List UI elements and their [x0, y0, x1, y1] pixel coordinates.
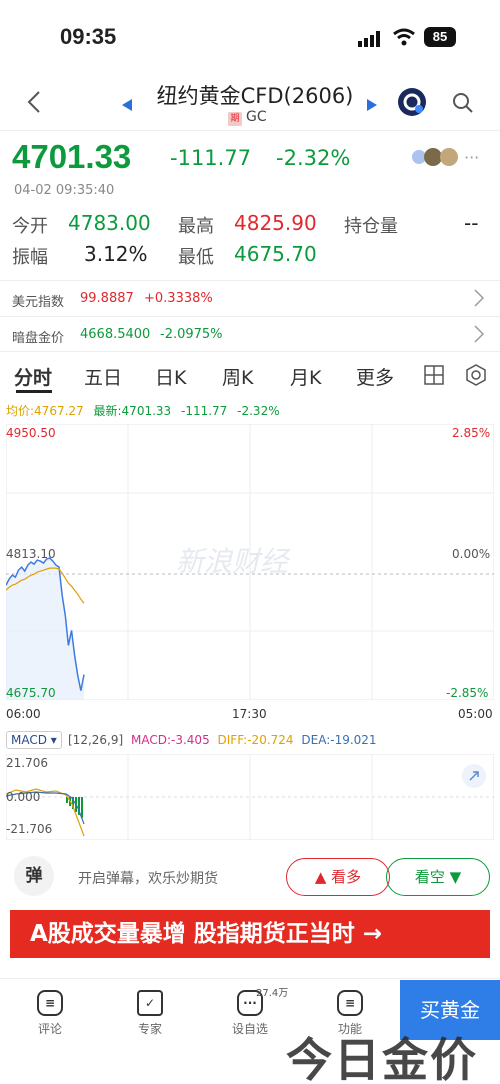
function-icon: ≡ — [337, 990, 363, 1016]
chevron-right-icon — [474, 325, 485, 347]
tab-intraday[interactable]: 分时 — [14, 363, 52, 390]
prev-contract-icon[interactable] — [122, 96, 132, 115]
pct-bottom-label: -2.85% — [446, 686, 489, 700]
related-change: +0.3338% — [144, 291, 213, 306]
indicator-select[interactable]: MACD ▾ — [6, 731, 62, 749]
pct-top-label: 2.85% — [452, 426, 491, 440]
wifi-icon — [392, 28, 416, 50]
next-contract-icon[interactable] — [367, 96, 377, 115]
macd-value: MACD:-3.405 — [131, 733, 210, 747]
signal-icon — [358, 31, 384, 47]
macd-chart[interactable] — [6, 754, 494, 840]
related-change: -2.0975% — [160, 327, 223, 342]
amp-label: 振幅 — [12, 247, 48, 268]
macd-bar — [81, 797, 83, 818]
symbol-code: GC — [246, 109, 267, 125]
related-label: 暗盘金价 — [12, 331, 65, 346]
price-change-pct: -2.32% — [276, 146, 351, 170]
bear-button[interactable]: 看空 ▼ — [386, 858, 490, 896]
diff-value: DIFF:-20.724 — [217, 733, 294, 747]
low-label: 最低 — [178, 247, 214, 268]
x-label-start: 06:00 — [6, 707, 41, 721]
related-value: 4668.5400 — [80, 327, 151, 342]
related-label: 美元指数 — [12, 295, 65, 310]
ai-assistant-icon[interactable] — [398, 88, 426, 116]
macd-readout: [12,26,9] MACD:-3.405 DIFF:-20.724 DEA:-… — [68, 733, 377, 747]
dea-value: DEA:-19.021 — [301, 733, 377, 747]
expert-icon: ✓ — [137, 990, 163, 1016]
chart-info: 均价:4767.27 最新:4701.33 -111.77 -2.32% — [6, 402, 280, 419]
avg-price: 均价:4767.27 — [6, 404, 84, 418]
comment-icon: ≡ — [37, 990, 63, 1016]
watchlist-badge: 27.4万 — [256, 988, 289, 999]
up-triangle-icon: ▲ — [314, 868, 327, 886]
avatar-group[interactable] — [412, 148, 458, 166]
more-icon[interactable]: ··· — [464, 148, 479, 167]
tab-more[interactable]: 更多 — [356, 363, 394, 390]
latest-change: -111.77 — [181, 404, 228, 418]
settings-icon[interactable] — [465, 364, 487, 390]
page-title: 纽约黄金CFD(2606) — [156, 84, 354, 108]
chevron-right-icon — [474, 289, 485, 311]
nav-label: 评论 — [37, 1022, 62, 1036]
related-row-darkpool[interactable]: 暗盘金价 4668.5400 -2.0975% — [0, 316, 500, 352]
macd-params: [12,26,9] — [68, 733, 124, 747]
down-triangle-icon: ▼ — [449, 868, 462, 886]
latest-price: 最新:4701.33 — [93, 404, 172, 418]
tab-weekly[interactable]: 周K — [222, 363, 253, 390]
oi-label: 持仓量 — [344, 216, 398, 237]
status-time: 09:35 — [60, 24, 117, 49]
promo-banner[interactable]: A股成交量暴增 股指期货正当时 → — [10, 910, 490, 958]
quote-time: 04-02 09:35:40 — [14, 183, 115, 198]
indicator-name: MACD — [11, 733, 47, 747]
high-label: 最高 — [178, 216, 214, 237]
price-area — [6, 558, 84, 700]
open-label: 今开 — [12, 216, 48, 237]
macd-top-label: 21.706 — [6, 756, 48, 770]
nav-expert[interactable]: ✓ 专家 — [120, 990, 180, 1037]
y-mid-label: 4813.10 — [6, 547, 56, 561]
x-label-mid: 17:30 — [232, 707, 267, 721]
avatar — [440, 148, 458, 166]
nav-comment[interactable]: ≡ 评论 — [20, 990, 80, 1037]
related-value: 99.8887 — [80, 291, 134, 306]
related-row-usd[interactable]: 美元指数 99.8887 +0.3338% — [0, 280, 500, 316]
pct-mid-label: 0.00% — [452, 547, 491, 561]
macd-zero-label: 0.000 — [6, 790, 41, 804]
macd-bottom-label: -21.706 — [6, 822, 53, 836]
futures-tag: 期 — [228, 112, 242, 126]
y-top-label: 4950.50 — [6, 426, 56, 440]
tab-monthly[interactable]: 月K — [290, 363, 321, 390]
high-value: 4825.90 — [234, 211, 317, 235]
battery-icon: 85 — [424, 27, 456, 47]
symbol-label: 期 GC — [228, 109, 267, 126]
last-price: 4701.33 — [12, 138, 132, 175]
x-label-end: 05:00 — [458, 707, 493, 721]
danmu-text[interactable]: 开启弹幕，欢乐炒期货 — [78, 868, 218, 888]
danmu-toggle[interactable]: 弹 — [14, 856, 54, 896]
tab-5day[interactable]: 五日 — [84, 363, 122, 390]
price-change: -111.77 — [170, 146, 252, 170]
latest-pct: -2.32% — [237, 404, 280, 418]
bull-button[interactable]: ▲ 看多 — [286, 858, 390, 896]
site-logo: 今日金价 — [286, 1033, 478, 1084]
grid-icon[interactable] — [424, 365, 444, 389]
bear-label: 看空 — [414, 868, 445, 886]
nav-label: 专家 — [137, 1022, 162, 1036]
low-value: 4675.70 — [234, 242, 317, 266]
open-value: 4783.00 — [68, 211, 151, 235]
tab-daily[interactable]: 日K — [155, 363, 186, 390]
nav-label: 设自选 — [231, 1022, 268, 1036]
expand-icon[interactable] — [462, 764, 486, 788]
oi-value: -- — [464, 211, 479, 235]
back-button[interactable] — [26, 90, 42, 118]
tab-underline — [16, 390, 52, 393]
watermark: 新浪财经 — [176, 545, 289, 578]
y-bottom-label: 4675.70 — [6, 686, 56, 700]
bull-label: 看多 — [331, 868, 362, 886]
amp-value: 3.12% — [84, 242, 148, 266]
search-icon[interactable] — [452, 92, 474, 118]
